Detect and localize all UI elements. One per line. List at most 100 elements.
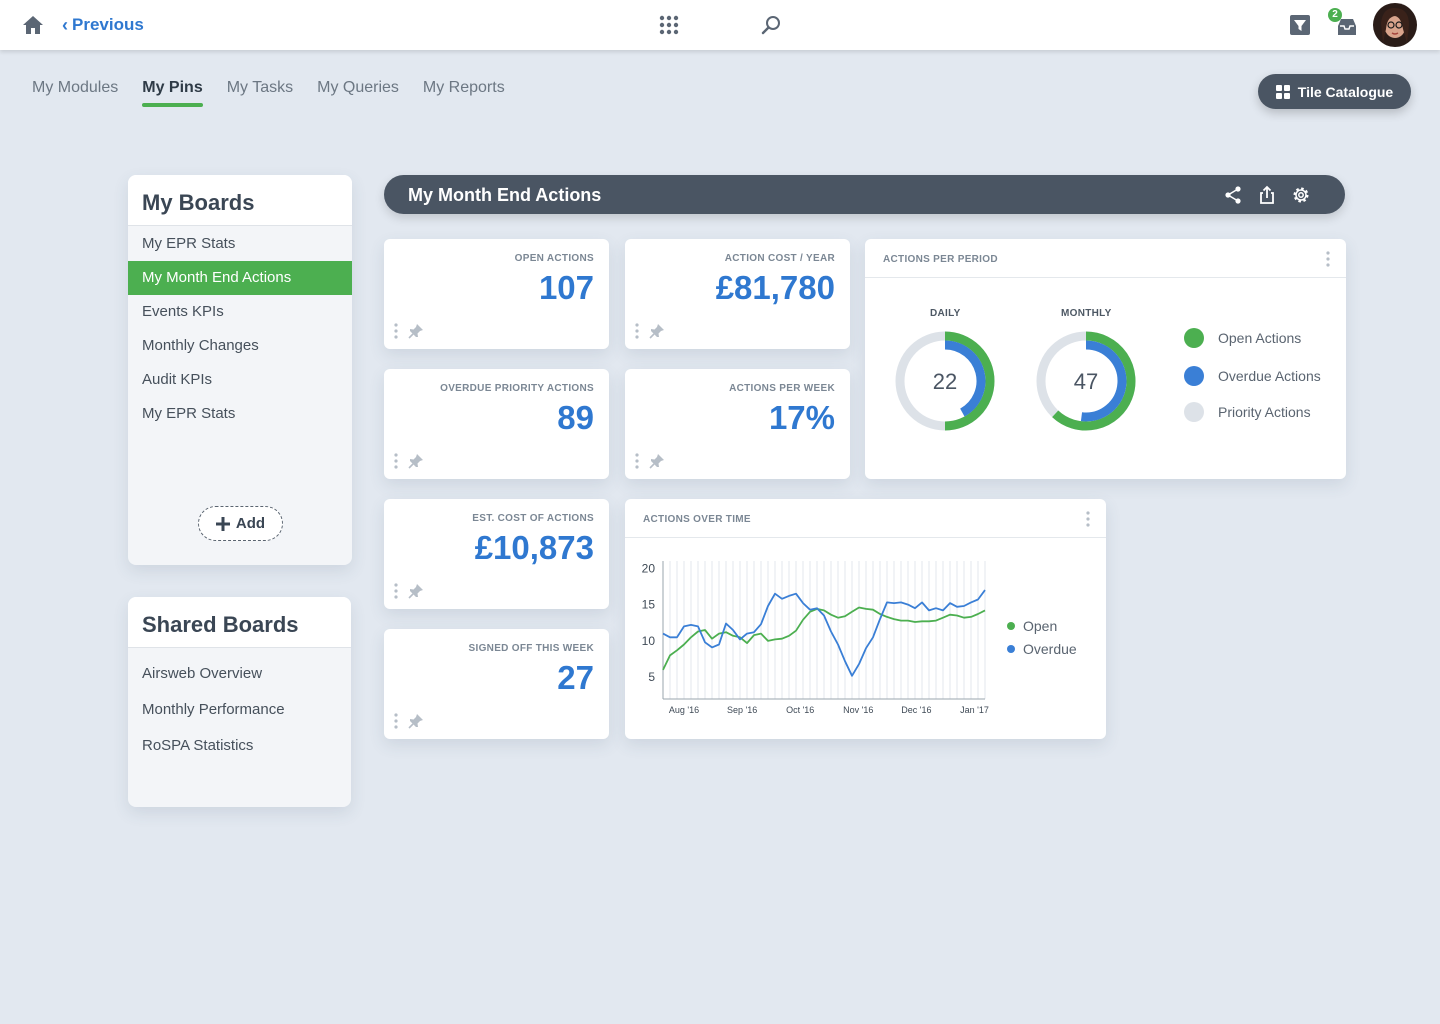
tile-label: OVERDUE PRIORITY ACTIONS: [440, 383, 594, 394]
x-tick-label: Dec '16: [901, 705, 931, 715]
board-item[interactable]: My EPR Stats: [128, 227, 352, 261]
x-tick-label: Aug '16: [669, 705, 699, 715]
tile-value: 89: [557, 399, 594, 436]
apps-grid-icon[interactable]: [659, 15, 679, 35]
tab-my-queries[interactable]: My Queries: [317, 79, 399, 107]
my-boards-title: My Boards: [128, 175, 352, 226]
top-bar: ‹ Previous 2: [0, 0, 1440, 50]
tab-my-modules[interactable]: My Modules: [32, 79, 118, 107]
x-tick-label: Nov '16: [843, 705, 873, 715]
stat-tile-signed-off[interactable]: SIGNED OFF THIS WEEK 27: [384, 629, 609, 739]
tile-catalogue-button[interactable]: Tile Catalogue: [1258, 74, 1411, 109]
monthly-value: 47: [1073, 369, 1099, 394]
x-tick-label: Jan '17: [960, 705, 989, 715]
add-label: Add: [235, 515, 266, 532]
tile-label: OPEN ACTIONS: [514, 253, 594, 264]
daily-label: DAILY: [930, 308, 961, 319]
chevron-left-icon: ‹: [62, 15, 68, 35]
x-tick-label: Sep '16: [727, 705, 757, 715]
drag-handle-icon[interactable]: [635, 323, 639, 339]
home-icon[interactable]: [22, 14, 44, 36]
drag-handle-icon[interactable]: [635, 453, 639, 469]
stat-tile-open-actions[interactable]: OPEN ACTIONS 107: [384, 239, 609, 349]
tile-label: EST. COST OF ACTIONS: [472, 513, 594, 524]
tiles-icon: [1275, 84, 1290, 99]
stat-tile-est-cost[interactable]: EST. COST OF ACTIONS £10,873: [384, 499, 609, 609]
chart-legend-open: Open: [1007, 618, 1057, 634]
legend-dot-blue: [1007, 645, 1015, 653]
tab-my-tasks[interactable]: My Tasks: [227, 79, 293, 107]
shared-board-item[interactable]: RoSPA Statistics: [128, 728, 351, 764]
tile-label: ACTION COST / YEAR: [724, 253, 835, 264]
tile-label: SIGNED OFF THIS WEEK: [468, 643, 594, 654]
tile-catalogue-label: Tile Catalogue: [1297, 83, 1394, 100]
settings-gear-icon[interactable]: [1291, 185, 1311, 205]
inbox-badge: 2: [1328, 8, 1342, 22]
board-item-selected[interactable]: My Month End Actions: [128, 261, 352, 295]
export-icon[interactable]: [1257, 185, 1277, 205]
pin-icon[interactable]: [408, 713, 424, 729]
drag-handle-icon[interactable]: [394, 323, 398, 339]
search-icon[interactable]: [759, 13, 783, 37]
tile-value: £10,873: [474, 529, 594, 566]
pin-icon[interactable]: [649, 453, 665, 469]
board-item[interactable]: Monthly Changes: [128, 329, 352, 363]
legend-label: Priority Actions: [1218, 404, 1311, 420]
legend-open-actions: Open Actions: [1184, 328, 1301, 348]
board-title: My Month End Actions: [408, 185, 602, 205]
drag-handle-icon[interactable]: [394, 583, 398, 599]
tile-value: 17%: [768, 399, 835, 436]
tab-my-pins[interactable]: My Pins: [142, 79, 204, 107]
tile-label: ACTIONS PER WEEK: [729, 383, 835, 394]
legend-dot-green: [1184, 328, 1204, 348]
legend-label: Overdue: [1023, 641, 1077, 657]
y-tick-label: 15: [642, 598, 656, 612]
y-tick-label: 20: [642, 561, 656, 575]
add-board-button[interactable]: Add: [198, 506, 283, 541]
actions-per-period-widget: ACTIONS PER PERIOD DAILY 22 MONTHLY 47 O…: [865, 239, 1346, 479]
legend-overdue-actions: Overdue Actions: [1184, 366, 1321, 386]
legend-label: Overdue Actions: [1218, 368, 1321, 384]
widget-title: ACTIONS OVER TIME: [643, 514, 751, 525]
inbox-button[interactable]: 2: [1328, 8, 1360, 38]
board-item[interactable]: Events KPIs: [128, 295, 352, 329]
user-avatar[interactable]: [1373, 3, 1417, 47]
chart-legend-overdue: Overdue: [1007, 641, 1077, 657]
board-item[interactable]: Audit KPIs: [128, 363, 352, 397]
stat-tile-overdue-priority[interactable]: OVERDUE PRIORITY ACTIONS 89: [384, 369, 609, 479]
pin-icon[interactable]: [408, 453, 424, 469]
monthly-label: MONTHLY: [1061, 308, 1112, 319]
board-item[interactable]: My EPR Stats: [128, 397, 352, 431]
tile-value: 107: [538, 269, 594, 306]
stat-tile-actions-per-week[interactable]: ACTIONS PER WEEK 17%: [625, 369, 850, 479]
shared-board-item[interactable]: Monthly Performance: [128, 692, 351, 728]
stat-tile-action-cost[interactable]: ACTION COST / YEAR £81,780: [625, 239, 850, 349]
pin-icon[interactable]: [408, 323, 424, 339]
previous-link[interactable]: ‹ Previous: [62, 15, 144, 35]
filter-icon[interactable]: [1289, 14, 1311, 36]
legend-label: Open Actions: [1218, 330, 1302, 346]
pin-icon[interactable]: [649, 323, 665, 339]
more-menu-icon[interactable]: [1086, 511, 1090, 527]
legend-dot-grey: [1184, 402, 1204, 422]
share-icon[interactable]: [1223, 185, 1243, 205]
more-menu-icon[interactable]: [1326, 251, 1330, 267]
y-tick-label: 5: [648, 670, 655, 684]
actions-over-time-widget: ACTIONS OVER TIME 5 10 15 20 Aug '16 Sep '16 O…: [625, 499, 1106, 739]
pin-icon[interactable]: [408, 583, 424, 599]
shared-board-item[interactable]: Airsweb Overview: [128, 656, 351, 692]
x-tick-label: Oct '16: [786, 705, 814, 715]
actions-line-chart: 5 10 15 20 Aug '16 Sep '16 Oct '16 Nov '16 Dec '…: [642, 561, 989, 715]
main-tabs: My Modules My Pins My Tasks My Queries M…: [32, 79, 505, 107]
drag-handle-icon[interactable]: [394, 713, 398, 729]
board-header: My Month End Actions: [384, 175, 1345, 214]
my-boards-panel: My Boards My EPR Stats My Month End Acti…: [128, 175, 352, 565]
widget-title: ACTIONS PER PERIOD: [883, 254, 998, 265]
tile-value: £81,780: [715, 269, 835, 306]
plus-icon: [215, 516, 230, 531]
legend-dot-blue: [1184, 366, 1204, 386]
legend-priority-actions: Priority Actions: [1184, 402, 1311, 422]
drag-handle-icon[interactable]: [394, 453, 398, 469]
tab-my-reports[interactable]: My Reports: [423, 79, 505, 107]
shared-boards-panel: Shared Boards Airsweb Overview Monthly P…: [128, 597, 351, 807]
